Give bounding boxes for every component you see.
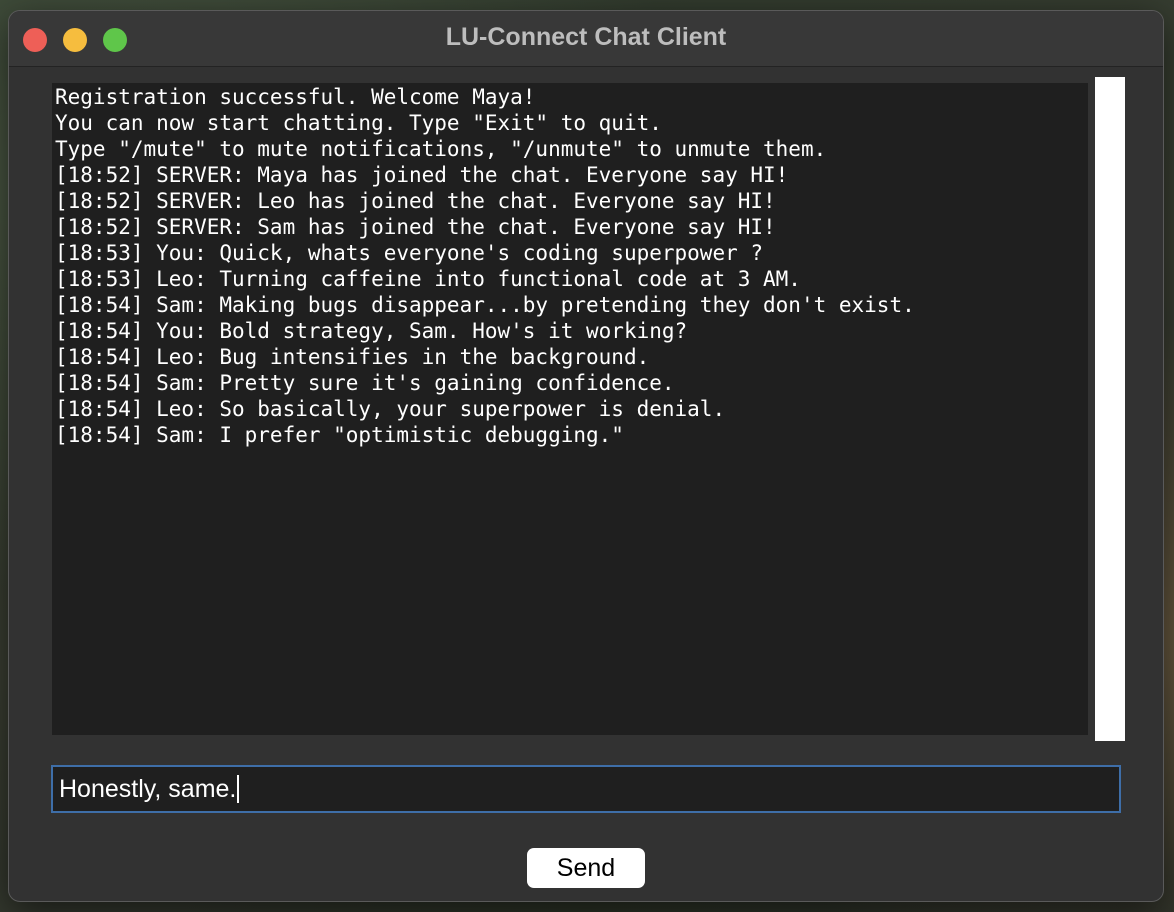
- chat-line: [18:54] Sam: I prefer "optimistic debugg…: [55, 423, 624, 447]
- chat-line: [18:53] You: Quick, whats everyone's cod…: [55, 241, 764, 265]
- send-button[interactable]: Send: [527, 848, 645, 888]
- chat-line: [18:54] Leo: So basically, your superpow…: [55, 397, 726, 421]
- chat-scrollbar[interactable]: [1095, 77, 1125, 741]
- chat-line: [18:53] Leo: Turning caffeine into funct…: [55, 267, 801, 291]
- chat-client-window: LU-Connect Chat Client Registration succ…: [8, 10, 1164, 902]
- chat-line: [18:54] You: Bold strategy, Sam. How's i…: [55, 319, 688, 343]
- text-caret: [237, 775, 240, 803]
- chat-line: [18:52] SERVER: Maya has joined the chat…: [55, 163, 789, 187]
- chat-line: Type "/mute" to mute notifications, "/un…: [55, 137, 827, 161]
- chat-line: [18:52] SERVER: Sam has joined the chat.…: [55, 215, 776, 239]
- message-input[interactable]: Honestly, same.: [51, 765, 1121, 813]
- window-title: LU-Connect Chat Client: [445, 23, 727, 51]
- chat-line: [18:54] Sam: Making bugs disappear...by …: [55, 293, 915, 317]
- chat-line: [18:54] Leo: Bug intensifies in the back…: [55, 345, 650, 369]
- chat-line: Registration successful. Welcome Maya!: [55, 85, 536, 109]
- title-bar[interactable]: LU-Connect Chat Client: [9, 11, 1163, 67]
- chat-line: You can now start chatting. Type "Exit" …: [55, 111, 662, 135]
- chat-line: [18:54] Sam: Pretty sure it's gaining co…: [55, 371, 675, 395]
- chat-line: [18:52] SERVER: Leo has joined the chat.…: [55, 189, 776, 213]
- message-input-value: Honestly, same.: [59, 775, 237, 803]
- chat-log: Registration successful. Welcome Maya! Y…: [52, 83, 1088, 735]
